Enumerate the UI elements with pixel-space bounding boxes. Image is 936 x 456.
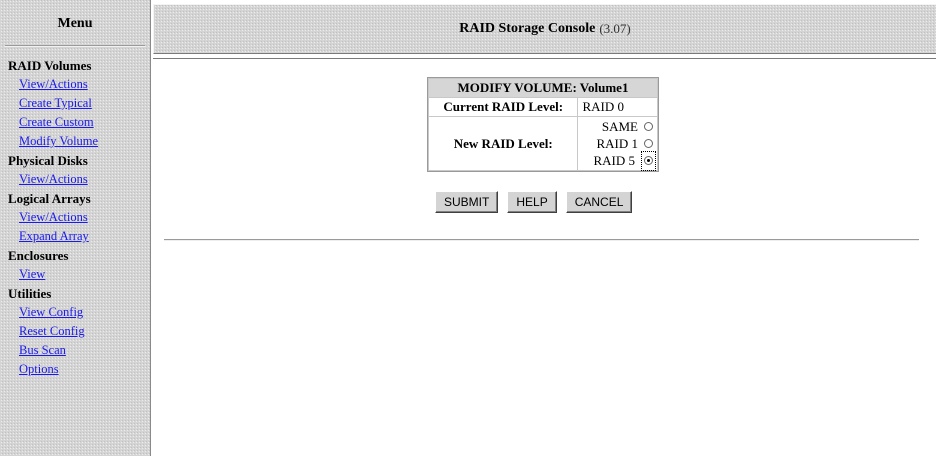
console-title: RAID Storage Console: [459, 21, 596, 36]
section-enclosures: Enclosures: [8, 248, 69, 263]
modify-volume-heading: MODIFY VOLUME: Volume1: [429, 79, 657, 97]
menu-divider: [5, 45, 145, 47]
help-button[interactable]: HELP: [507, 191, 557, 213]
reset-config-link[interactable]: Reset Config: [8, 322, 150, 341]
bus-scan-link[interactable]: Bus Scan: [8, 341, 150, 360]
modify-volume-link[interactable]: Modify Volume: [8, 132, 150, 151]
option-raid5-label: RAID 5: [593, 152, 635, 168]
radio-raid5-focus: [641, 150, 656, 171]
section-utilities: Utilities: [8, 286, 52, 301]
options-link[interactable]: Options: [8, 360, 150, 379]
raid-volumes-view-actions-link[interactable]: View/Actions: [8, 75, 150, 94]
option-raid1: RAID 1: [582, 135, 653, 152]
horizontal-rule: [164, 239, 919, 241]
cancel-button[interactable]: CANCEL: [565, 191, 633, 213]
modify-volume-table: MODIFY VOLUME: Volume1 Current RAID Leve…: [427, 77, 659, 172]
physical-disks-view-actions-link[interactable]: View/Actions: [8, 170, 150, 189]
option-same-label: SAME: [601, 118, 638, 134]
menu-header: Menu: [0, 0, 150, 48]
raid-level-options: SAME RAID 1 RAID 5: [578, 117, 657, 171]
enclosures-view-link[interactable]: View: [8, 265, 150, 284]
current-raid-level-value: RAID 0: [578, 98, 657, 116]
form-buttons: SUBMIT HELP CANCEL: [435, 191, 633, 213]
expand-array-link[interactable]: Expand Array: [8, 227, 150, 246]
current-raid-level-label: Current RAID Level:: [429, 98, 578, 116]
option-raid5: RAID 5: [582, 150, 656, 171]
console-version: (3.07): [599, 21, 631, 36]
main-content: MODIFY VOLUME: Volume1 Current RAID Leve…: [153, 58, 936, 456]
section-raid-volumes: RAID Volumes: [8, 58, 92, 73]
option-raid1-label: RAID 1: [596, 135, 638, 151]
section-physical-disks: Physical Disks: [8, 153, 88, 168]
section-logical-arrays: Logical Arrays: [8, 191, 91, 206]
option-same: SAME: [582, 118, 653, 135]
create-typical-link[interactable]: Create Typical: [8, 94, 150, 113]
new-raid-level-label: New RAID Level:: [429, 117, 578, 170]
radio-raid1[interactable]: [644, 139, 653, 148]
sidebar-menu: Menu RAID Volumes View/Actions Create Ty…: [0, 0, 151, 456]
radio-raid5[interactable]: [644, 155, 653, 165]
logical-arrays-view-actions-link[interactable]: View/Actions: [8, 208, 150, 227]
submit-button[interactable]: SUBMIT: [435, 191, 499, 213]
create-custom-link[interactable]: Create Custom: [8, 113, 150, 132]
radio-same[interactable]: [644, 122, 653, 131]
console-header: RAID Storage Console (3.07): [153, 4, 936, 54]
menu-title: Menu: [57, 16, 93, 31]
view-config-link[interactable]: View Config: [8, 303, 150, 322]
menu-list: RAID Volumes View/Actions Create Typical…: [0, 48, 150, 379]
